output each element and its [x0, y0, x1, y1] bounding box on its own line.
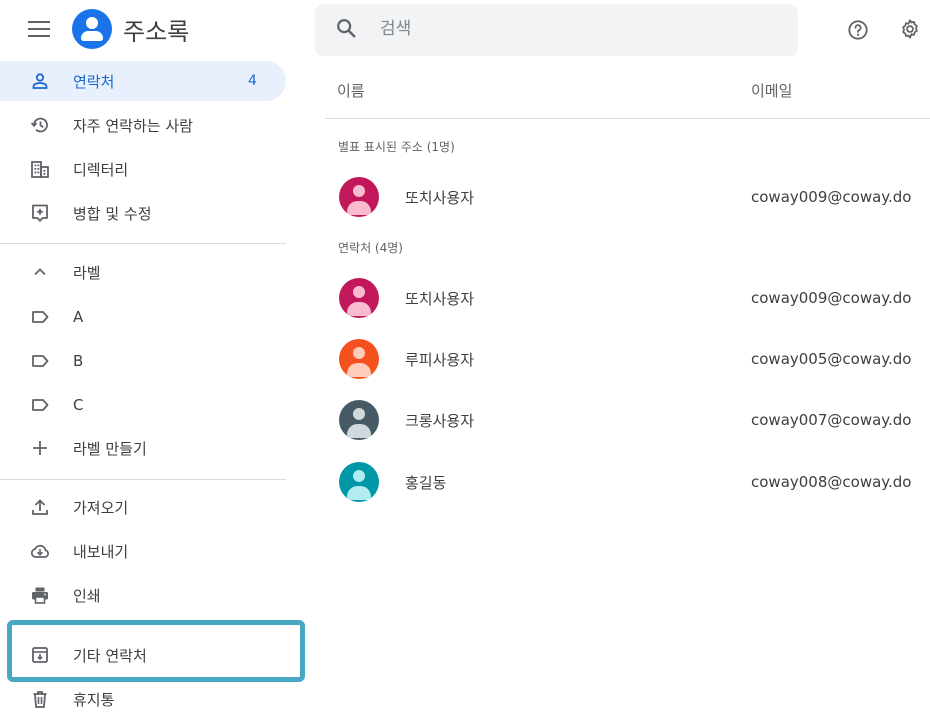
chevron-up-icon [34, 268, 46, 276]
label-icon [32, 311, 49, 323]
merge-fix-icon [32, 204, 48, 222]
sidebar-item-label: 병합 및 수정 [73, 204, 152, 223]
sidebar-item-label: 내보내기 [73, 542, 129, 561]
sidebar-item-label: 휴지통 [73, 690, 115, 709]
sidebar-item-label: 가져오기 [73, 498, 129, 517]
trash-icon [33, 691, 47, 708]
search-input[interactable] [380, 15, 780, 43]
contacts-count-badge: 4 [248, 73, 257, 89]
label-icon [32, 399, 49, 411]
main-menu-button[interactable] [28, 19, 50, 39]
contact-email: coway005@coway.do [751, 350, 912, 368]
search-icon[interactable] [335, 17, 357, 39]
contact-name: 또치사용자 [405, 290, 475, 308]
sidebar-item-trash[interactable]: 휴지통 [0, 679, 286, 719]
sidebar-item-contacts[interactable]: 연락처 4 [0, 61, 286, 101]
section-title-contacts: 연락처 (4명) [338, 241, 403, 255]
contact-email: coway007@coway.do [751, 411, 912, 429]
sidebar-item-merge-fix[interactable]: 병합 및 수정 [0, 193, 286, 233]
sidebar-item-label: B [73, 352, 84, 370]
column-header-name: 이름 [337, 82, 365, 100]
person-icon [32, 73, 48, 89]
avatar [339, 177, 379, 217]
help-icon[interactable] [847, 19, 869, 41]
avatar [339, 339, 379, 379]
contact-row[interactable]: 크롱사용자 coway007@coway.do [325, 391, 930, 449]
contact-name: 또치사용자 [405, 189, 475, 207]
create-label-button[interactable]: 라벨 만들기 [0, 428, 286, 468]
labels-header-label: 라벨 [73, 263, 101, 282]
sidebar-item-label-b[interactable]: B [0, 341, 286, 381]
sidebar-item-label: 연락처 [73, 72, 115, 91]
sidebar-item-label: 디렉터리 [73, 160, 129, 179]
sidebar-item-label: C [73, 396, 84, 414]
contact-row[interactable]: 홍길동 coway008@coway.do [325, 453, 930, 511]
contact-email: coway008@coway.do [751, 473, 912, 491]
column-header-email: 이메일 [751, 82, 793, 100]
building-icon [31, 161, 49, 178]
sidebar-item-import[interactable]: 가져오기 [0, 487, 286, 527]
sidebar-item-print[interactable]: 인쇄 [0, 575, 286, 615]
sidebar-item-export[interactable]: 내보내기 [0, 531, 286, 571]
history-icon [30, 117, 48, 133]
avatar [339, 400, 379, 440]
sidebar-item-label-c[interactable]: C [0, 385, 286, 425]
sidebar-item-label: A [73, 308, 84, 326]
upload-icon [32, 499, 48, 515]
sidebar-item-label: 자주 연락하는 사람 [73, 116, 193, 135]
sidebar-item-frequent[interactable]: 자주 연락하는 사람 [0, 105, 286, 145]
avatar [339, 278, 379, 318]
plus-icon [33, 441, 47, 455]
contact-name: 크롱사용자 [405, 412, 475, 430]
contact-name: 홍길동 [405, 474, 447, 492]
contact-row[interactable]: 또치사용자 coway009@coway.do [325, 269, 930, 327]
labels-header-toggle[interactable]: 라벨 [0, 252, 286, 292]
cloud-download-icon [30, 544, 49, 558]
sidebar-item-directory[interactable]: 디렉터리 [0, 149, 286, 189]
gear-icon[interactable] [899, 18, 921, 40]
print-icon [32, 587, 48, 604]
app-title: 주소록 [123, 18, 190, 46]
section-title-starred: 별표 표시된 주소 (1명) [338, 140, 455, 154]
header-divider [325, 118, 930, 119]
avatar [339, 462, 379, 502]
sidebar-item-label: 인쇄 [73, 586, 101, 605]
create-label-text: 라벨 만들기 [73, 439, 147, 458]
sidebar-divider [0, 479, 286, 480]
sidebar-item-label-a[interactable]: A [0, 297, 286, 337]
label-icon [32, 355, 49, 367]
contact-row[interactable]: 또치사용자 coway009@coway.do [325, 168, 930, 226]
contact-email: coway009@coway.do [751, 188, 912, 206]
contact-row[interactable]: 루피사용자 coway005@coway.do [325, 330, 930, 388]
contacts-logo-icon [72, 9, 112, 49]
sidebar-divider [0, 243, 286, 244]
contact-email: coway009@coway.do [751, 289, 912, 307]
highlight-box [7, 620, 305, 682]
contact-name: 루피사용자 [405, 351, 475, 369]
